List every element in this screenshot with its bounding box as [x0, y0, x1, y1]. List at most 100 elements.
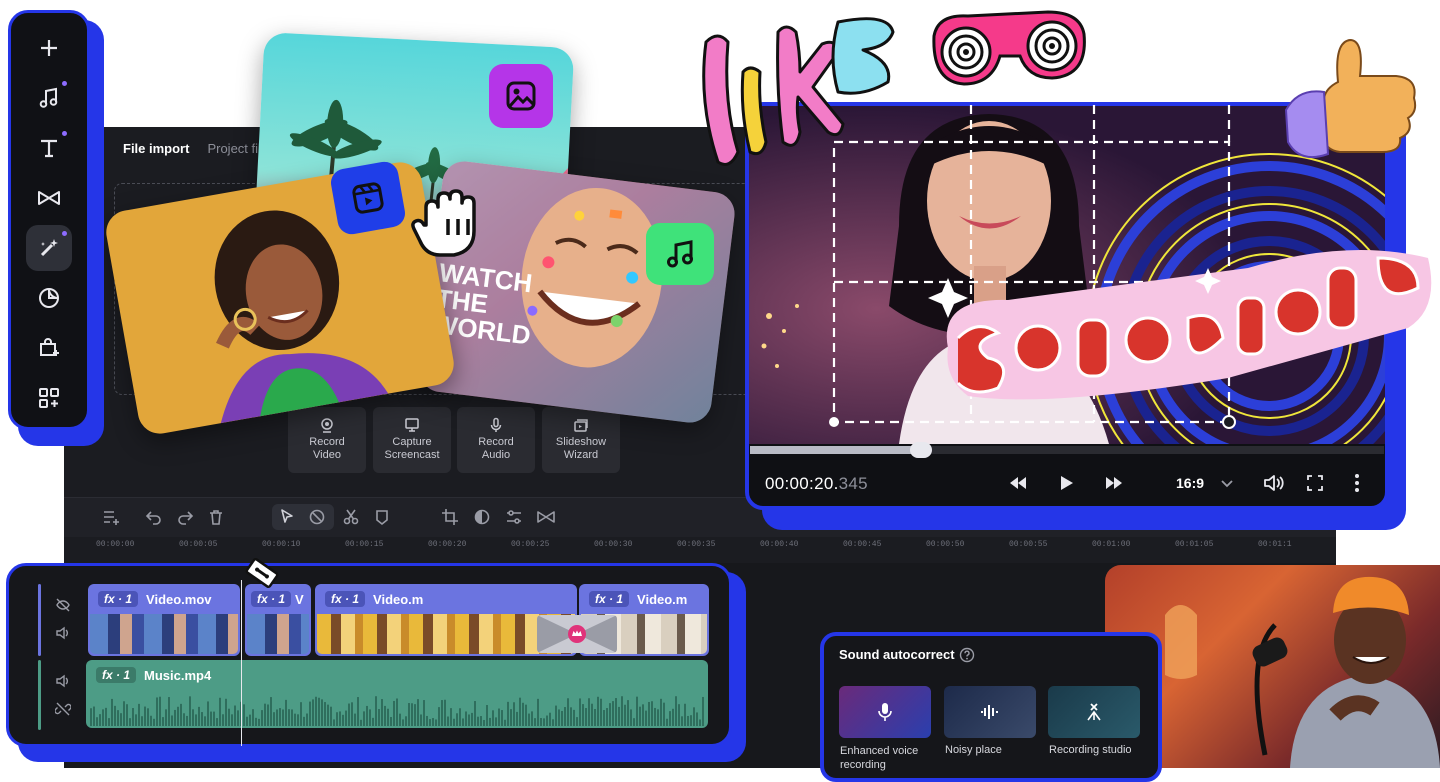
unlink-audio-icon[interactable] — [55, 701, 71, 717]
seek-handle[interactable] — [910, 442, 933, 458]
fx-badge[interactable]: fx · 1 — [98, 591, 139, 607]
transition-preview-icon — [537, 615, 617, 653]
preset-label-noisy-place: Noisy place — [945, 744, 1002, 756]
sidebar-music-button[interactable] — [26, 75, 72, 121]
split-scissors-icon[interactable] — [342, 508, 360, 526]
preset-recording-studio[interactable] — [1048, 686, 1140, 738]
add-icon — [41, 40, 57, 56]
transitions-icon — [38, 191, 60, 205]
sidebar-text-button[interactable] — [26, 125, 72, 171]
timecode-ms: 345 — [838, 474, 868, 493]
like-sticker-art — [702, 17, 895, 166]
record-audio-button[interactable]: Record Audio — [457, 407, 535, 473]
video-clip-1[interactable]: fx · 1 Video.mov — [88, 584, 240, 656]
seek-progress — [750, 446, 922, 454]
ruler-tick-label: 00:00:25 — [511, 540, 550, 549]
chevron-down-icon[interactable] — [1220, 479, 1234, 489]
mute-mic-icon — [1087, 703, 1101, 721]
more-apps-icon — [39, 388, 59, 408]
transition-tool-icon[interactable] — [536, 508, 556, 526]
subscribe-sticker-art — [928, 250, 1432, 400]
capture-screencast-button[interactable]: Capture Screencast — [373, 407, 451, 473]
preset-enhanced-voice[interactable] — [839, 686, 931, 738]
stickers-icon — [39, 288, 59, 308]
add-track-icon[interactable] — [102, 508, 120, 526]
ruler-tick-label: 00:00:35 — [677, 540, 716, 549]
preset-label-recording-studio: Recording studio — [1049, 744, 1132, 756]
crop-icon[interactable] — [441, 508, 459, 526]
select-pointer-icon[interactable] — [278, 508, 296, 526]
sidebar-add-button[interactable] — [26, 25, 72, 71]
help-icon[interactable] — [959, 647, 975, 663]
sidebar-store-button[interactable] — [26, 325, 72, 371]
text-new-dot — [62, 131, 67, 136]
ruler-tick-label: 00:00:20 — [428, 540, 467, 549]
delete-icon[interactable] — [207, 508, 225, 526]
more-options-icon[interactable] — [1350, 473, 1364, 493]
record-video-button[interactable]: Record Video — [288, 407, 366, 473]
music-new-dot — [62, 81, 67, 86]
music-note-badge-icon — [667, 240, 693, 268]
store-icon — [40, 338, 59, 356]
grab-cursor-icon — [411, 189, 476, 257]
aspect-ratio-select[interactable]: 16:9 — [1176, 475, 1204, 491]
thumbs-up-sticker[interactable] — [1278, 32, 1428, 164]
video-track-volume-icon[interactable] — [55, 625, 71, 641]
hypno-glasses-sticker[interactable] — [928, 6, 1090, 92]
fx-badge[interactable]: fx · 1 — [96, 667, 137, 683]
undo-icon[interactable] — [145, 508, 163, 526]
sidebar-stickers-button[interactable] — [26, 275, 72, 321]
ruler-tick-label: 00:00:30 — [594, 540, 633, 549]
color-adjust-icon[interactable] — [473, 508, 491, 526]
sidebar-transitions-button[interactable] — [26, 175, 72, 221]
music-clip[interactable]: fx · 1 Music.mp4 — [86, 660, 708, 728]
audio-track-volume-icon[interactable] — [55, 673, 71, 689]
clip-name: V — [295, 591, 304, 607]
razor-blade-icon[interactable] — [242, 556, 282, 590]
clip-name: Video.m — [373, 591, 424, 607]
subscribe-sticker-text: SUBSCRIBE — [928, 228, 929, 229]
fullscreen-icon[interactable] — [1306, 474, 1324, 492]
marker-icon[interactable] — [373, 508, 391, 526]
transition-block[interactable] — [537, 615, 617, 653]
slideshow-wizard-label-2: Wizard — [563, 449, 599, 461]
clip-name: Video.mov — [146, 591, 212, 607]
capture-screencast-label-1: Capture — [392, 436, 432, 448]
rewind-icon[interactable] — [1008, 475, 1028, 491]
fast-forward-icon[interactable] — [1104, 475, 1124, 491]
play-icon[interactable] — [1057, 474, 1075, 492]
video-track-marker — [38, 584, 41, 656]
ruler-tick-label: 00:00:40 — [760, 540, 799, 549]
ruler-tick-label: 00:00:10 — [262, 540, 301, 549]
playhead-line — [241, 580, 242, 746]
image-icon — [506, 81, 536, 111]
video-badge — [328, 159, 408, 237]
fx-badge[interactable]: fx · 1 — [589, 591, 630, 607]
hide-video-track-icon[interactable] — [55, 597, 71, 613]
sidebar-effects-button[interactable] — [26, 225, 72, 271]
sound-autocorrect-title: Sound autocorrect — [839, 647, 955, 662]
slideshow-wizard-button[interactable]: Slideshow Wizard — [542, 407, 620, 473]
video-clip-2[interactable]: fx · 1V — [245, 584, 311, 656]
import-tabs: File import Project file — [123, 141, 268, 156]
volume-icon[interactable] — [1263, 474, 1285, 492]
fx-badge[interactable]: fx · 1 — [325, 591, 366, 607]
fx-badge[interactable]: fx · 1 — [251, 591, 292, 607]
ruler-tick-label: 00:01:1 — [1258, 540, 1292, 549]
microphone-icon — [490, 417, 502, 432]
preset-noisy-place[interactable] — [944, 686, 1036, 738]
sidebar-more-apps-button[interactable] — [26, 375, 72, 421]
ruler-tick-label: 00:00:55 — [1009, 540, 1048, 549]
ripple-edit-icon[interactable] — [308, 508, 326, 526]
settings-sliders-icon[interactable] — [505, 508, 523, 526]
microphone-preset-icon — [878, 703, 892, 721]
webcam-icon — [321, 418, 333, 433]
audio-track-marker — [38, 660, 41, 730]
music-note-icon — [39, 87, 58, 108]
tab-file-import[interactable]: File import — [123, 141, 189, 156]
redo-icon[interactable] — [176, 508, 194, 526]
image-badge — [489, 64, 553, 128]
subscribe-sticker[interactable]: SUBSCRIBE — [928, 228, 1438, 410]
like-sticker[interactable]: LIKE — [688, 2, 900, 170]
ruler-tick-label: 00:00:05 — [179, 540, 218, 549]
